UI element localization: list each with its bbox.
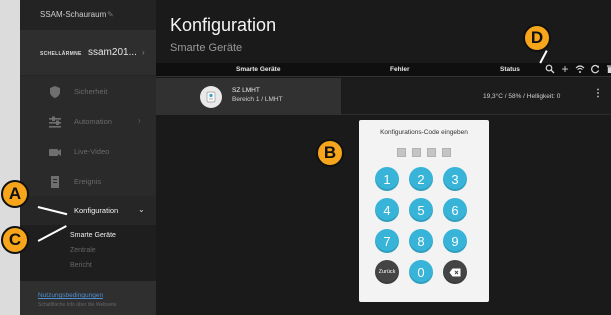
document-icon [48,175,62,189]
search-icon[interactable] [544,63,556,75]
code-digit-box [397,148,406,157]
submenu-item-smarte-geraete[interactable]: Smarte Geräte [70,232,116,239]
refresh-icon[interactable] [589,63,601,75]
submenu-item-bericht[interactable]: Bericht [70,262,92,269]
annotation-badge-d: D [523,24,551,52]
page-subtitle: Smarte Geräte [170,42,243,54]
keypad-key-7[interactable]: 7 [375,229,399,253]
shield-icon [48,85,62,99]
backspace-icon [449,268,461,276]
app-frame: SSAM-Schauraum ✎ SCHELLÄRMNE ssam201... … [20,0,611,315]
sidebar-item-sicherheit[interactable]: Sicherheit [20,77,156,107]
delete-icon[interactable] [604,63,611,75]
back-button[interactable]: Zurück [375,260,399,284]
sidebar-item-konfiguration[interactable]: Konfiguration ⌄ [20,196,156,226]
keypad-key-3[interactable]: 3 [443,167,467,191]
sidebar-item-label: Live-Video [74,147,110,156]
keypad-key-1[interactable]: 1 [375,167,399,191]
add-icon[interactable]: + [559,62,571,76]
code-digit-box [427,148,436,157]
table-header: Smarte Geräte Fehler Status [156,63,611,77]
gateway-name: ssam201... [88,47,137,58]
chevron-right-icon: › [138,116,141,125]
chevron-down-icon: ⌄ [138,205,145,214]
device-name: SZ LMHT [232,87,260,94]
sidebar-item-live-video[interactable]: Live-Video [20,137,156,167]
sidebar-item-ereignis[interactable]: Ereignis [20,167,156,197]
wifi-icon[interactable] [574,63,586,75]
keypad-key-2[interactable]: 2 [409,167,433,191]
terms-link[interactable]: Nutzungsbedingungen [38,292,103,299]
numeric-keypad: 1 2 3 4 5 6 7 8 9 Zurück 0 [375,167,475,284]
backspace-button[interactable] [443,260,467,284]
annotation-badge-c: C [1,226,29,254]
code-digit-box [442,148,451,157]
sidebar-item-automation[interactable]: Automation › [20,107,156,137]
code-digit-box [412,148,421,157]
table-row[interactable]: SZ LMHT Bereich 1 / LMHT 19,3°C / 58% / … [156,78,611,115]
sidebar-item-label: Sicherheit [74,87,108,96]
sidebar-item-label: Automation [74,117,112,126]
chevron-right-icon: › [142,48,145,57]
submenu-item-zentrale[interactable]: Zentrale [70,247,96,254]
keypad-key-9[interactable]: 9 [443,229,467,253]
page-title: Konfiguration [170,15,277,35]
keypad-key-0[interactable]: 0 [409,260,433,284]
device-area: Bereich 1 / LMHT [232,96,283,103]
column-header-devices: Smarte Geräte [236,66,281,73]
sidebar-item-label: Konfiguration [74,206,119,215]
sidebar-item-label: Ereignis [74,177,102,186]
keypad-key-4[interactable]: 4 [375,198,399,222]
annotation-badge-a: A [1,180,29,208]
sensor-device-icon [200,86,222,108]
column-header-status: Status [500,66,520,73]
keypad-key-6[interactable]: 6 [443,198,467,222]
pencil-icon[interactable]: ✎ [107,10,114,19]
device-status: 19,3°C / 58% / Helligkeit: 0 [483,93,561,100]
gateway-selector[interactable]: SCHELLÄRMNE ssam201... › [20,30,156,76]
code-entry-dialog: Konfigurations-Code eingeben 1 2 3 4 5 6… [359,120,489,302]
code-digit-boxes [397,148,451,157]
submenu-konfiguration: Smarte Geräte Zentrale Bericht [20,225,156,281]
terms-subtext: Schaltfläche Info über die Webseite [38,302,117,308]
annotation-badge-b: B [316,139,344,167]
more-options-icon[interactable]: ⋮ [593,89,603,99]
camera-icon [48,145,62,159]
device-cell: SZ LMHT Bereich 1 / LMHT [156,78,341,115]
sidebar-footer: Nutzungsbedingungen Schaltfläche Info üb… [20,281,156,315]
keypad-key-8[interactable]: 8 [409,229,433,253]
room-name: SSAM-Schauraum [40,10,107,19]
keypad-key-5[interactable]: 5 [409,198,433,222]
gateway-brand-logo: SCHELLÄRMNE [40,51,82,57]
dialog-title: Konfigurations-Code eingeben [380,129,468,136]
table-toolbar: + [544,62,611,76]
room-header[interactable]: SSAM-Schauraum ✎ [20,0,156,30]
sidebar: SSAM-Schauraum ✎ SCHELLÄRMNE ssam201... … [20,0,156,315]
column-header-errors: Fehler [390,66,410,73]
sliders-icon [48,115,62,129]
